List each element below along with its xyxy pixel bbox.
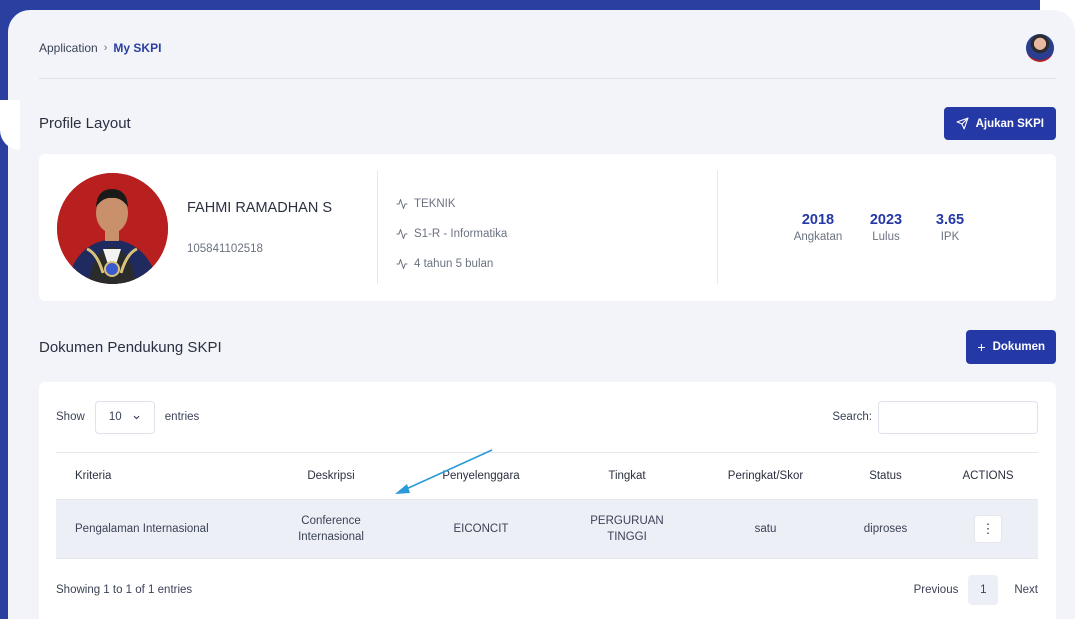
show-label: Show <box>56 411 85 423</box>
activity-icon <box>396 229 408 239</box>
cell-deskripsi: Conference Internasional <box>256 500 406 559</box>
cell-tingkat: PERGURUAN TINGGI <box>556 500 698 559</box>
entries-info: Showing 1 to 1 of 1 entries <box>56 584 193 596</box>
previous-button[interactable]: Previous <box>914 584 959 596</box>
column-header-penyelenggara[interactable]: Penyelenggara <box>406 453 556 500</box>
breadcrumb-root[interactable]: Application <box>39 41 98 55</box>
info-program-label: S1-R - Informatika <box>414 228 508 240</box>
cell-tingkat-line1: PERGURUAN <box>590 515 664 527</box>
search-control: Search: <box>832 400 1038 434</box>
profile-card: FAHMI RAMADHAN S 105841102518 TEKNIK S1-… <box>39 154 1056 301</box>
profile-section-header: Profile Layout Ajukan SKPI <box>39 107 1056 140</box>
activity-icon <box>396 199 408 209</box>
documents-section-title: Dokumen Pendukung SKPI <box>39 338 222 356</box>
documents-section-header: Dokumen Pendukung SKPI + Dokumen <box>39 330 1056 364</box>
breadcrumb: Application › My SKPI <box>39 41 161 55</box>
student-nim: 105841102518 <box>187 243 263 255</box>
page-size-control: Show 10 entries <box>56 400 200 434</box>
cell-kriteria: Pengalaman Internasional <box>75 523 209 535</box>
profile-stats: 2018 Angkatan 2023 Lulus 3.65 IPK <box>789 211 975 245</box>
column-header-status[interactable]: Status <box>833 453 938 500</box>
stat-ipk: 3.65 IPK <box>925 211 975 245</box>
column-header-kriteria[interactable]: Kriteria <box>56 453 256 500</box>
add-dokumen-button[interactable]: + Dokumen <box>966 330 1056 364</box>
entries-label: entries <box>164 411 200 423</box>
search-input[interactable] <box>878 400 1038 434</box>
info-program: S1-R - Informatika <box>396 219 507 249</box>
documents-table-card: Show 10 entries Search: Kriteria Deskrip… <box>39 382 1056 619</box>
cell-deskripsi-line2: Internasional <box>298 531 364 543</box>
table-header-row: Kriteria Deskripsi Penyelenggara Tingkat… <box>56 452 1038 500</box>
info-faculty-label: TEKNIK <box>414 198 456 210</box>
app-frame: Application › My SKPI Profile Layout Aju… <box>0 0 1075 619</box>
academic-info-list: TEKNIK S1-R - Informatika 4 tahun 5 bula… <box>396 189 507 279</box>
divider <box>717 170 718 284</box>
ajukan-skpi-label: Ajukan SKPI <box>975 117 1044 130</box>
column-header-deskripsi[interactable]: Deskripsi <box>256 453 406 500</box>
divider <box>377 170 378 284</box>
page-1-button[interactable]: 1 <box>968 575 999 605</box>
info-duration: 4 tahun 5 bulan <box>396 249 507 279</box>
user-avatar[interactable] <box>1026 34 1054 62</box>
column-header-actions: ACTIONS <box>962 470 1014 482</box>
info-faculty: TEKNIK <box>396 189 507 219</box>
stat-angkatan-label: Angkatan <box>793 231 843 243</box>
activity-icon <box>396 259 408 269</box>
cell-peringkat: satu <box>754 523 777 535</box>
search-label: Search: <box>832 411 872 423</box>
table-row: Pengalaman Internasional Conference Inte… <box>56 499 1038 559</box>
pagination: Previous 1 Next <box>914 575 1038 605</box>
cell-penyelenggara: EICONCIT <box>453 523 509 535</box>
more-vertical-icon[interactable]: ⋮ <box>974 515 1002 543</box>
stat-lulus: 2023 Lulus <box>847 211 925 245</box>
next-button[interactable]: Next <box>1014 584 1038 596</box>
content: Application › My SKPI Profile Layout Aju… <box>39 18 1056 364</box>
table-footer: Showing 1 to 1 of 1 entries Previous 1 N… <box>56 575 1038 605</box>
chevron-down-icon <box>133 415 139 419</box>
page-size-select[interactable]: 10 <box>94 400 155 434</box>
breadcrumb-current: My SKPI <box>113 41 162 55</box>
profile-photo <box>57 173 168 284</box>
column-header-peringkat[interactable]: Peringkat/Skor <box>698 453 833 500</box>
profile-section-title: Profile Layout <box>39 115 131 132</box>
topbar: Application › My SKPI <box>39 18 1056 79</box>
stat-ipk-label: IPK <box>940 231 960 243</box>
stat-angkatan-value: 2018 <box>801 212 835 228</box>
cell-actions: ⋮ <box>938 500 1038 559</box>
stat-angkatan: 2018 Angkatan <box>789 211 847 245</box>
column-header-tingkat[interactable]: Tingkat <box>556 453 698 500</box>
info-duration-label: 4 tahun 5 bulan <box>414 258 494 270</box>
table-controls: Show 10 entries Search: <box>56 400 1038 434</box>
stat-lulus-label: Lulus <box>872 231 900 243</box>
stat-lulus-value: 2023 <box>869 212 903 228</box>
cell-tingkat-line2: TINGGI <box>607 531 647 543</box>
plus-icon: + <box>977 339 986 355</box>
stat-ipk-value: 3.65 <box>935 212 965 228</box>
send-icon <box>956 117 969 130</box>
cell-status: diproses <box>863 523 908 535</box>
ajukan-skpi-button[interactable]: Ajukan SKPI <box>943 107 1056 140</box>
documents-table: Kriteria Deskripsi Penyelenggara Tingkat… <box>56 452 1038 559</box>
cell-deskripsi-line1: Conference <box>301 515 361 527</box>
student-name: FAHMI RAMADHAN S <box>187 200 333 216</box>
add-dokumen-label: Dokumen <box>992 341 1045 353</box>
page-size-value: 10 <box>108 411 122 423</box>
breadcrumb-separator: › <box>103 42 108 54</box>
